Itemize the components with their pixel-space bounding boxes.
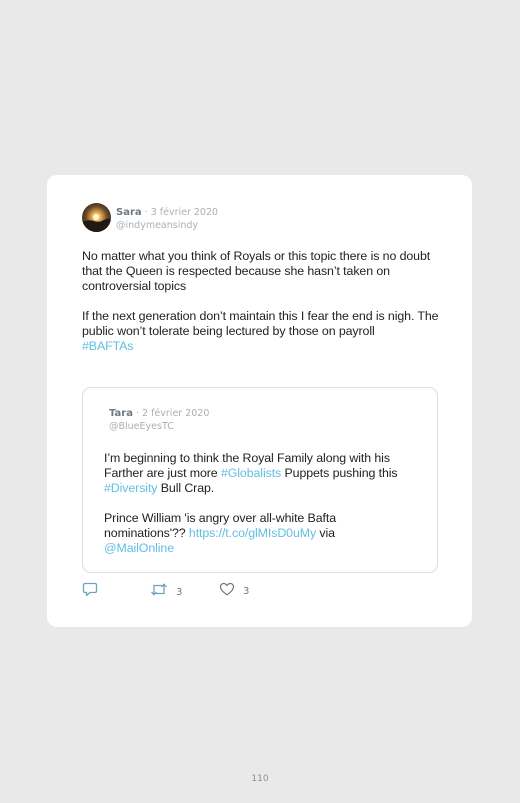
quoted-tweet-text: I’m beginning to think the Royal Family …	[104, 451, 414, 556]
avatar[interactable]	[82, 203, 111, 232]
quoted-text-part: Puppets pushing this	[281, 466, 398, 480]
tweet-text: No matter what you think of Royals or th…	[82, 249, 442, 354]
quoted-tweet-header: Tara · 2 février 2020 @BlueEyesTC	[109, 405, 209, 433]
quoted-author-handle[interactable]: @BlueEyesTC	[109, 420, 209, 433]
mention-link[interactable]: @MailOnline	[104, 541, 174, 555]
page-number: 110	[251, 774, 269, 784]
quoted-author-name[interactable]: Tara	[109, 408, 133, 419]
quoted-tweet[interactable]: Tara · 2 février 2020 @BlueEyesTC I’m be…	[82, 387, 438, 573]
url-link[interactable]: https://t.co/glMIsD0uMy	[189, 526, 316, 540]
retweet-count: 3	[176, 586, 183, 598]
tweet-paragraph-1: No matter what you think of Royals or th…	[82, 249, 431, 293]
like-button[interactable]: 3	[219, 582, 249, 601]
quoted-tweet-date[interactable]: · 2 février 2020	[133, 408, 209, 419]
hashtag-diversity-link[interactable]: #Diversity	[104, 481, 157, 495]
hashtag-globalists-link[interactable]: #Globalists	[221, 466, 281, 480]
tweet-card: Sara · 3 février 2020 @indymeansindy No …	[47, 175, 472, 627]
like-count: 3	[243, 586, 250, 597]
tweet-date[interactable]: · 3 février 2020	[142, 207, 218, 218]
reply-button[interactable]	[82, 582, 98, 602]
retweet-icon	[150, 582, 168, 602]
retweet-button[interactable]: 3	[150, 582, 182, 602]
author-name[interactable]: Sara	[116, 207, 142, 218]
tweet-header: Sara · 3 février 2020 @indymeansindy	[116, 204, 218, 232]
author-handle[interactable]: @indymeansindy	[116, 219, 218, 232]
tweet-paragraph-2: If the next generation don’t maintain th…	[82, 309, 439, 338]
reply-icon	[82, 582, 98, 602]
heart-icon	[219, 582, 235, 601]
tweet-actions: 3 3	[82, 582, 382, 598]
hashtag-link[interactable]: #BAFTAs	[82, 339, 134, 353]
quoted-text-part: Bull Crap.	[157, 481, 215, 495]
quoted-text-part: via	[316, 526, 335, 540]
